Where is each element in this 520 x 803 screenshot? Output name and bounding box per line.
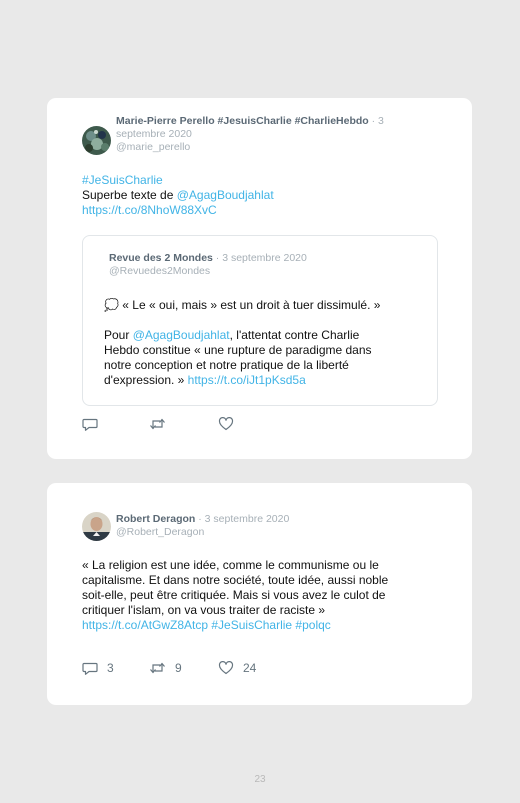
like-count: 24 <box>243 661 257 675</box>
quoted-text: 💭 « Le « oui, mais » est un droit à tuer… <box>104 298 381 387</box>
tweet-header: Marie-Pierre Perello #JesuisCharlie #Cha… <box>116 115 426 154</box>
reply-count: 3 <box>107 661 114 675</box>
quoted-handle: @Revuedes2Mondes <box>109 265 211 277</box>
author-name[interactable]: Marie-Pierre Perello #JesuisCharlie #Cha… <box>116 115 369 127</box>
heart-icon <box>218 417 234 431</box>
retweet-icon <box>150 662 165 674</box>
like-button[interactable]: 24 <box>218 660 256 676</box>
quoted-author-name[interactable]: Revue des 2 Mondes <box>109 252 213 264</box>
like-button[interactable] <box>218 416 243 432</box>
tweet-card: Robert Deragon · 3 septembre 2020 @Rober… <box>47 483 472 705</box>
reply-button[interactable]: 3 <box>82 660 114 676</box>
tweet-actions <box>82 416 282 432</box>
url-link[interactable]: https://t.co/8NhoW88XvC <box>82 203 217 217</box>
quoted-mention-link[interactable]: @AgagBoudjahlat <box>133 328 230 342</box>
reply-icon <box>82 418 98 431</box>
avatar[interactable] <box>82 126 111 155</box>
page-number: 23 <box>254 774 266 785</box>
retweet-button[interactable] <box>149 416 175 432</box>
hashtag-link[interactable]: #JeSuisCharlie <box>82 173 163 187</box>
mention-link[interactable]: @AgagBoudjahlat <box>177 188 274 202</box>
tweet-text: « La religion est une idée, comme le com… <box>82 558 389 632</box>
retweet-icon <box>150 418 165 430</box>
author-name[interactable]: Robert Deragon <box>116 513 195 525</box>
tweet-header: Robert Deragon · 3 septembre 2020 @Rober… <box>116 513 426 539</box>
author-handle[interactable]: @Robert_Deragon <box>116 526 426 539</box>
tweet-text: #JeSuisCharlie Superbe texte de @AgagBou… <box>82 173 274 217</box>
tweet-date[interactable]: · 3 septembre 2020 <box>198 513 289 525</box>
heart-icon <box>218 661 234 675</box>
tweet-actions: 3 9 24 <box>82 660 282 676</box>
tweet-card: Marie-Pierre Perello #JesuisCharlie #Cha… <box>47 98 472 459</box>
quoted-url-link[interactable]: https://t.co/iJt1pKsd5a <box>188 373 306 387</box>
reply-icon <box>82 662 98 675</box>
retweet-button[interactable]: 9 <box>149 660 182 676</box>
url-link[interactable]: https://t.co/AtGwZ8Atcp #JeSuisCharlie #… <box>82 618 331 632</box>
quoted-date: · 3 septembre 2020 <box>215 252 307 264</box>
reply-button[interactable] <box>82 416 107 432</box>
author-handle[interactable]: @marie_perello <box>116 141 426 154</box>
quoted-tweet[interactable]: Revue des 2 Mondes · 3 septembre 2020 @R… <box>82 235 438 406</box>
avatar[interactable] <box>82 512 111 541</box>
quoted-header: Revue des 2 Mondes · 3 septembre 2020 @R… <box>109 252 429 278</box>
retweet-count: 9 <box>175 661 182 675</box>
